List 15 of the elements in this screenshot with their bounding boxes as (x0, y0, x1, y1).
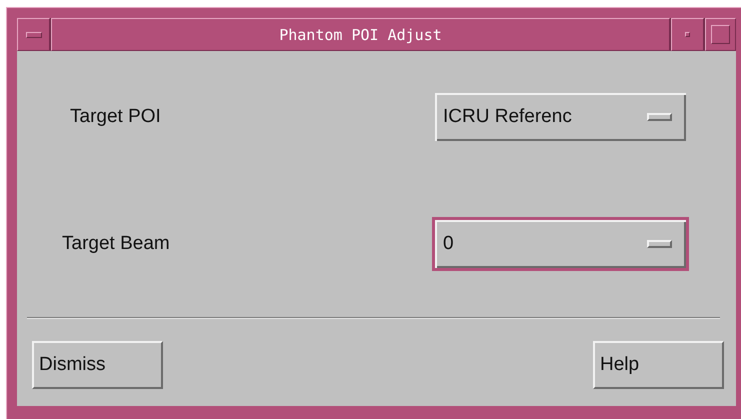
minimize-icon (685, 32, 690, 37)
minimize-button[interactable] (671, 18, 704, 51)
menu-icon (26, 32, 42, 38)
field-label: Target POI (69, 106, 161, 128)
maximize-icon (711, 25, 730, 44)
dialog-button[interactable]: Help (593, 341, 724, 389)
field-label: Target Beam (62, 233, 170, 255)
option-menu-button[interactable]: 0 (432, 217, 689, 271)
window-menu-button[interactable] (17, 18, 50, 51)
maximize-button[interactable] (705, 18, 736, 51)
window-title: Phantom POI Adjust (51, 18, 670, 51)
option-menu-button[interactable]: ICRU Referenc (432, 90, 689, 144)
dialog-button[interactable]: Dismiss (32, 341, 163, 389)
option-menu-icon (647, 240, 672, 248)
option-menu-icon (647, 113, 672, 121)
